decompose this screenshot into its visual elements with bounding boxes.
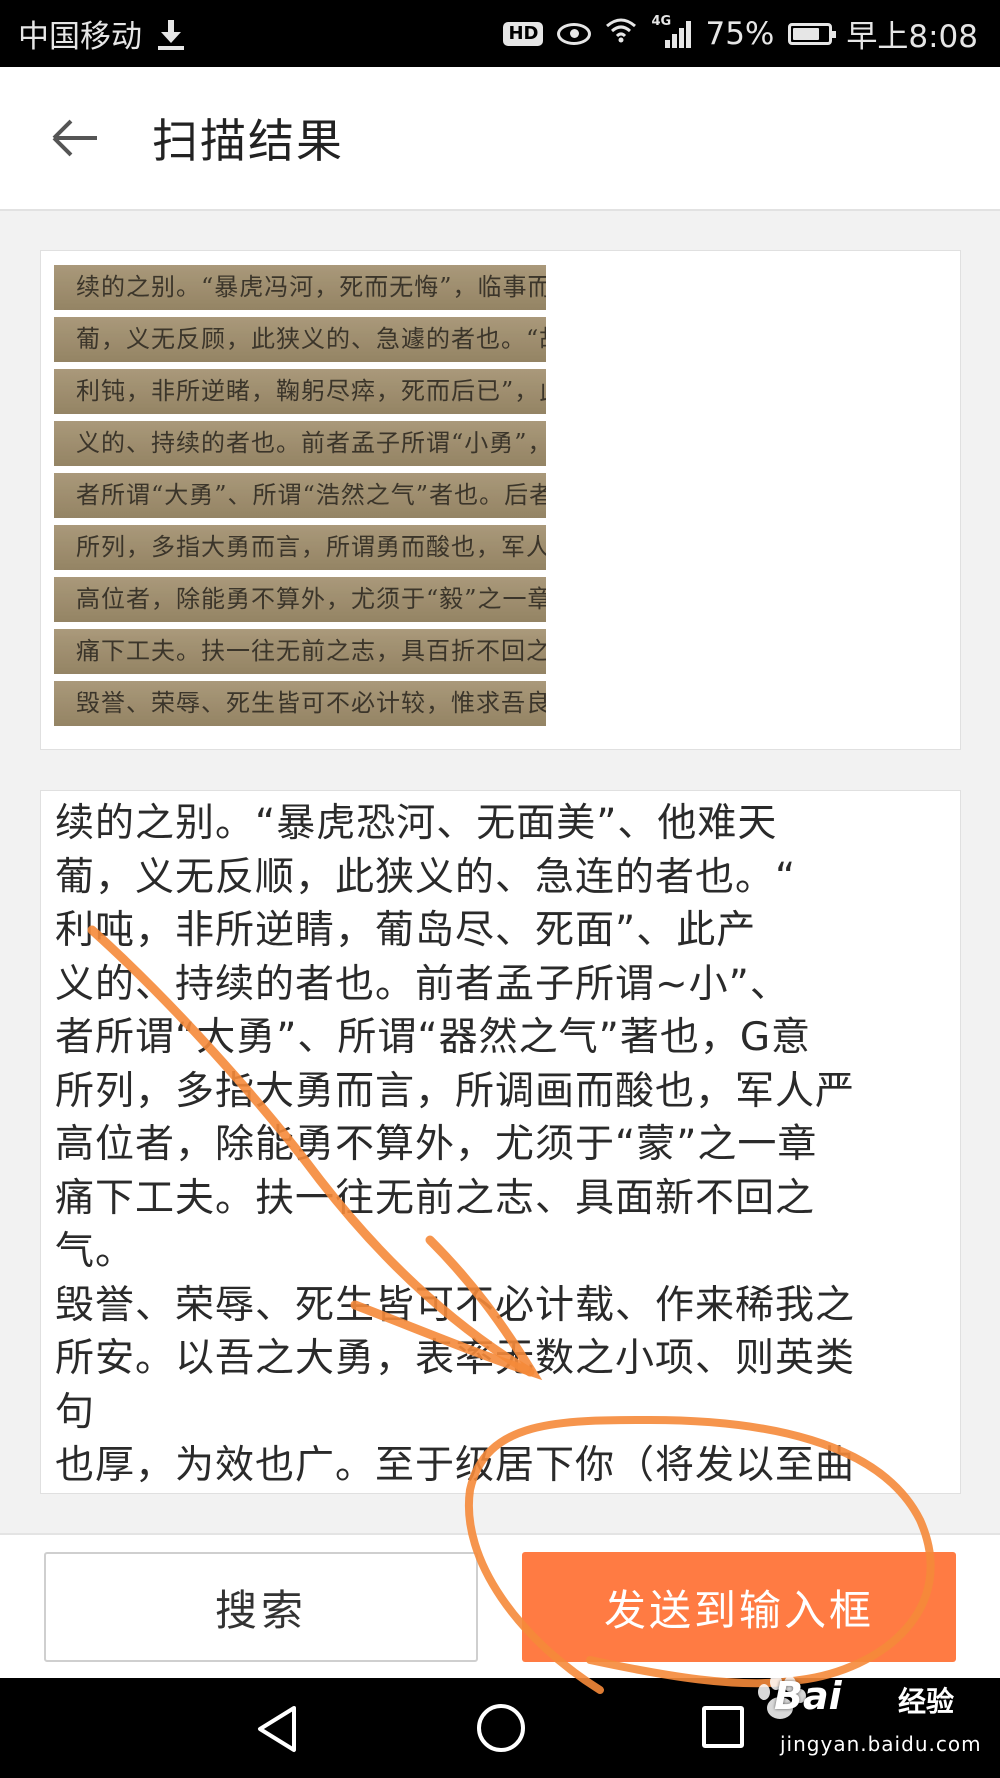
baidu-watermark: Bai 经验 jingyan.baidu.com: [750, 1668, 981, 1768]
watermark-suffix: 经验: [898, 1685, 955, 1718]
scan-line: 义的、持续的者也。前者孟子所谓“小勇”，后: [54, 421, 546, 466]
network-type: 4G: [651, 13, 672, 29]
download-icon: [156, 18, 186, 50]
scan-line: 续的之别。“暴虎冯河，死而无悔”，临事而: [54, 265, 546, 310]
result-text-box[interactable]: 续的之别。“暴虎恐河、无面美”、他难天 葡，义无反顺，此狭义的、急连的者也。“ …: [40, 790, 961, 1494]
search-button[interactable]: 搜索: [44, 1552, 478, 1662]
battery-percent: 75%: [705, 15, 775, 52]
status-bar: 中国移动 HD 4G 75% 早上8:08: [0, 0, 1000, 67]
scanned-image: 续的之别。“暴虎冯河，死而无悔”，临事而 葡，义无反顾，此狭义的、急遽的者也。“故…: [54, 265, 546, 733]
send-to-input-button[interactable]: 发送到输入框: [522, 1552, 956, 1662]
battery-fill: [793, 27, 819, 40]
status-right: HD 4G 75% 早上8:08: [503, 11, 978, 56]
scan-line: 高位者，除能勇不算外，尤须于“毅”之一章: [54, 577, 546, 622]
back-button[interactable]: [0, 66, 150, 210]
scan-line: 者所谓“大勇”、所谓“浩然之气”者也。后者: [54, 473, 546, 518]
eye-icon: [557, 22, 592, 45]
result-text[interactable]: 续的之别。“暴虎恐河、无面美”、他难天 葡，义无反顺，此狭义的、急连的者也。“ …: [41, 791, 960, 1493]
scan-line: 葡，义无反顾，此狭义的、急遽的者也。“故: [54, 317, 546, 362]
carrier-label: 中国移动: [18, 19, 142, 55]
nav-back-icon[interactable]: [254, 1704, 302, 1754]
nav-recent-icon[interactable]: [702, 1706, 744, 1748]
action-bar: 搜索 发送到输入框: [0, 1533, 1000, 1678]
app-bar: 扫描结果: [0, 67, 1000, 211]
scanned-image-card: 续的之别。“暴虎冯河，死而无悔”，临事而 葡，义无反顾，此狭义的、急遽的者也。“故…: [40, 250, 961, 750]
signal-icon: 4G: [651, 14, 692, 48]
scan-line: 所列，多指大勇而言，所谓勇而酸也，军人之道: [54, 525, 546, 570]
nav-home-icon[interactable]: [477, 1704, 525, 1752]
hd-icon: HD: [503, 21, 544, 46]
scan-line: 利钝，非所逆睹，鞠躬尽瘁，死而后已”，此广: [54, 369, 546, 414]
arrow-left-icon: [52, 119, 97, 157]
watermark-url: jingyan.baidu.com: [780, 1732, 982, 1756]
watermark-brand: Bai: [774, 1674, 842, 1718]
wifi-icon: [605, 16, 637, 52]
page-title: 扫描结果: [152, 114, 344, 168]
status-left: 中国移动: [18, 11, 186, 56]
scan-line: 痛下工夫。扶一往无前之志，具百折不回之气: [54, 629, 546, 674]
scan-line: 毁誉、荣辱、死生皆可不必计较，惟求吾良知之: [54, 681, 546, 726]
clock: 早上8:08: [846, 19, 978, 55]
battery-icon: [788, 22, 837, 45]
